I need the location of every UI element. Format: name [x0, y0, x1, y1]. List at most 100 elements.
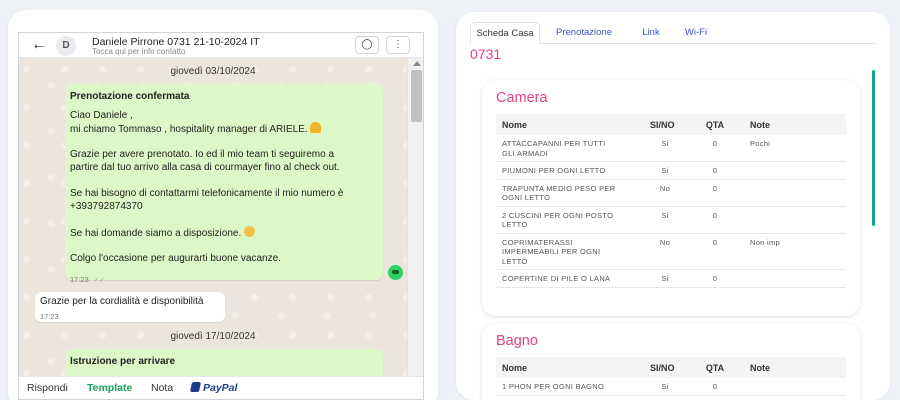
item-qta: 0	[686, 269, 744, 288]
item-note	[744, 161, 846, 180]
chat-scrollbar[interactable]	[407, 58, 423, 376]
scroll-indicator[interactable]	[872, 70, 875, 226]
tag-icon: ◯	[361, 39, 373, 50]
item-sino: Si	[644, 269, 686, 288]
scroll-thumb[interactable]	[411, 70, 422, 122]
column-header: QTA	[686, 114, 744, 135]
message-meta: 17:23 ✓✓	[70, 269, 105, 287]
item-qta: 0	[686, 206, 744, 234]
tab-rispondi[interactable]: Rispondi	[27, 382, 68, 394]
item-note	[744, 269, 846, 288]
bellhop-bell-icon	[310, 122, 322, 133]
column-header: QTA	[686, 357, 744, 378]
tab-prenotazione[interactable]: Prenotazione	[544, 22, 624, 44]
day-separator: giovedì 17/10/2024	[170, 331, 256, 342]
message-line: mi chiamo Tommaso , hospitality manager …	[70, 122, 322, 136]
table-header-row: Nome SI/NO QTA Note	[496, 114, 846, 135]
item-name: 2 CUSCINI PER OGNI POSTO LETTO	[496, 206, 644, 234]
day-separator: giovedì 03/10/2024	[170, 66, 256, 77]
message-line: Colgo l'occasione per augurarti buone va…	[70, 253, 281, 264]
message-bubble-incoming[interactable]: Grazie per la cordialità e disponibilità…	[35, 292, 225, 322]
item-sino: Si	[644, 161, 686, 180]
message-line: partire dal tuo arrivo alla casa di cour…	[70, 162, 340, 173]
double-check-icon: ✓✓	[93, 277, 105, 284]
contact-info-hint[interactable]: Tocca qui per info contatto	[92, 47, 185, 56]
item-qta: 0	[686, 378, 744, 396]
table-row: PIUMONI PER OGNI LETTO Si 0	[496, 161, 846, 180]
item-sino: No	[644, 233, 686, 270]
chat-window: ← D Daniele Pirrone 0731 21-10-2024 IT T…	[18, 32, 424, 400]
column-header: SI/NO	[644, 357, 686, 378]
column-header: Note	[744, 357, 846, 378]
whatsapp-icon	[388, 265, 403, 280]
item-sino: Si	[644, 135, 686, 162]
item-name: ATTACCAPANNI PER TUTTI GLI ARMADI	[496, 135, 644, 162]
item-name: 1 PHON PER OGNI BAGNO	[496, 378, 644, 396]
phone-number: +393792874370	[70, 201, 143, 212]
avatar[interactable]: D	[56, 36, 76, 56]
message-text: Grazie per la cordialità e disponibilità	[40, 296, 204, 307]
message-line: Se hai bisogno di contattarmi telefonica…	[70, 188, 344, 199]
item-qta: 0	[686, 179, 744, 207]
chat-header: ← D Daniele Pirrone 0731 21-10-2024 IT T…	[19, 33, 423, 58]
item-qta: 0	[686, 161, 744, 180]
house-code: 0731	[470, 46, 502, 62]
table-row: TRAPUNTA MEDIO PESO PER OGNI LETTO No 0	[496, 179, 846, 207]
section-bagno: Bagno Nome SI/NO QTA Note 1 PHON PER OGN…	[482, 323, 860, 400]
item-name: PIUMONI PER OGNI LETTO	[496, 161, 644, 180]
composer-tabs: Rispondi Template Nota PayPal	[19, 376, 423, 399]
table-row: COPRIMATERASSI IMPERMEABILI PER OGNI LETTO…	[496, 233, 846, 270]
tab-template[interactable]: Template	[87, 382, 132, 394]
smile-emoji-icon	[244, 226, 255, 237]
sheet-tabs: Scheda Casa Prenotazione Link Wi-Fi	[470, 22, 876, 44]
more-vertical-icon: ⋮	[393, 39, 403, 50]
message-time: 17:23	[40, 312, 59, 321]
section-title: Camera	[496, 90, 548, 106]
tab-paypal[interactable]: PayPal	[189, 382, 237, 394]
table-row: 1 PHON PER OGNI BAGNO Si 0	[496, 378, 846, 396]
message-title: Istruzione per arrivare	[70, 356, 176, 367]
column-header: Nome	[496, 357, 644, 378]
item-name: COPERTINE DI PILE O LANA	[496, 269, 644, 288]
message-line: Se hai domande siamo a disposizione.	[70, 226, 255, 240]
table-row: 2 CUSCINI PER OGNI POSTO LETTO Si 0	[496, 206, 846, 234]
item-name: COPRIMATERASSI IMPERMEABILI PER OGNI LETTO	[496, 233, 644, 270]
item-sino: Si	[644, 378, 686, 396]
paypal-icon	[189, 382, 202, 392]
arrow-left-icon[interactable]: ←	[31, 36, 47, 54]
item-note	[744, 179, 846, 207]
bagno-table: Nome SI/NO QTA Note 1 PHON PER OGNI BAGN…	[496, 357, 846, 396]
item-sino: Si	[644, 206, 686, 234]
house-sheet-panel: Scheda Casa Prenotazione Link Wi-Fi 0731…	[456, 12, 890, 400]
message-line: Grazie per avere prenotato. Io ed il mio…	[70, 149, 335, 160]
item-note	[744, 378, 846, 396]
table-row: ATTACCAPANNI PER TUTTI GLI ARMADI Si 0 Po…	[496, 135, 846, 162]
tag-button[interactable]: ◯	[355, 36, 379, 54]
item-note	[744, 206, 846, 234]
message-time: 17:23	[70, 275, 89, 284]
tab-scheda-casa[interactable]: Scheda Casa	[470, 22, 540, 44]
table-row: COPERTINE DI PILE O LANA Si 0	[496, 269, 846, 288]
item-sino: No	[644, 179, 686, 207]
column-header: Note	[744, 114, 846, 135]
table-header-row: Nome SI/NO QTA Note	[496, 357, 846, 378]
section-camera: Camera Nome SI/NO QTA Note ATTACCAPANNI …	[482, 80, 860, 316]
scroll-up-icon[interactable]	[413, 61, 421, 66]
message-bubble-outgoing[interactable]: Istruzione per arrivare	[65, 349, 383, 376]
item-name: TRAPUNTA MEDIO PESO PER OGNI LETTO	[496, 179, 644, 207]
message-bubble-outgoing[interactable]: Prenotazione confermata Ciao Daniele , m…	[65, 84, 383, 284]
chat-messages[interactable]: giovedì 03/10/2024 Prenotazione conferma…	[19, 58, 407, 376]
message-line: Ciao Daniele ,	[70, 110, 133, 121]
tab-wifi[interactable]: Wi-Fi	[676, 22, 716, 44]
camera-table: Nome SI/NO QTA Note ATTACCAPANNI PER TUT…	[496, 114, 846, 288]
item-qta: 0	[686, 135, 744, 162]
section-title: Bagno	[496, 333, 538, 349]
tab-nota[interactable]: Nota	[151, 382, 173, 394]
column-header: SI/NO	[644, 114, 686, 135]
message-title: Prenotazione confermata	[70, 91, 190, 102]
item-note: Pochi	[744, 135, 846, 162]
more-options-button[interactable]: ⋮	[386, 36, 410, 54]
item-qta: 0	[686, 233, 744, 270]
item-note: Non imp	[744, 233, 846, 270]
tab-link[interactable]: Link	[634, 22, 668, 44]
